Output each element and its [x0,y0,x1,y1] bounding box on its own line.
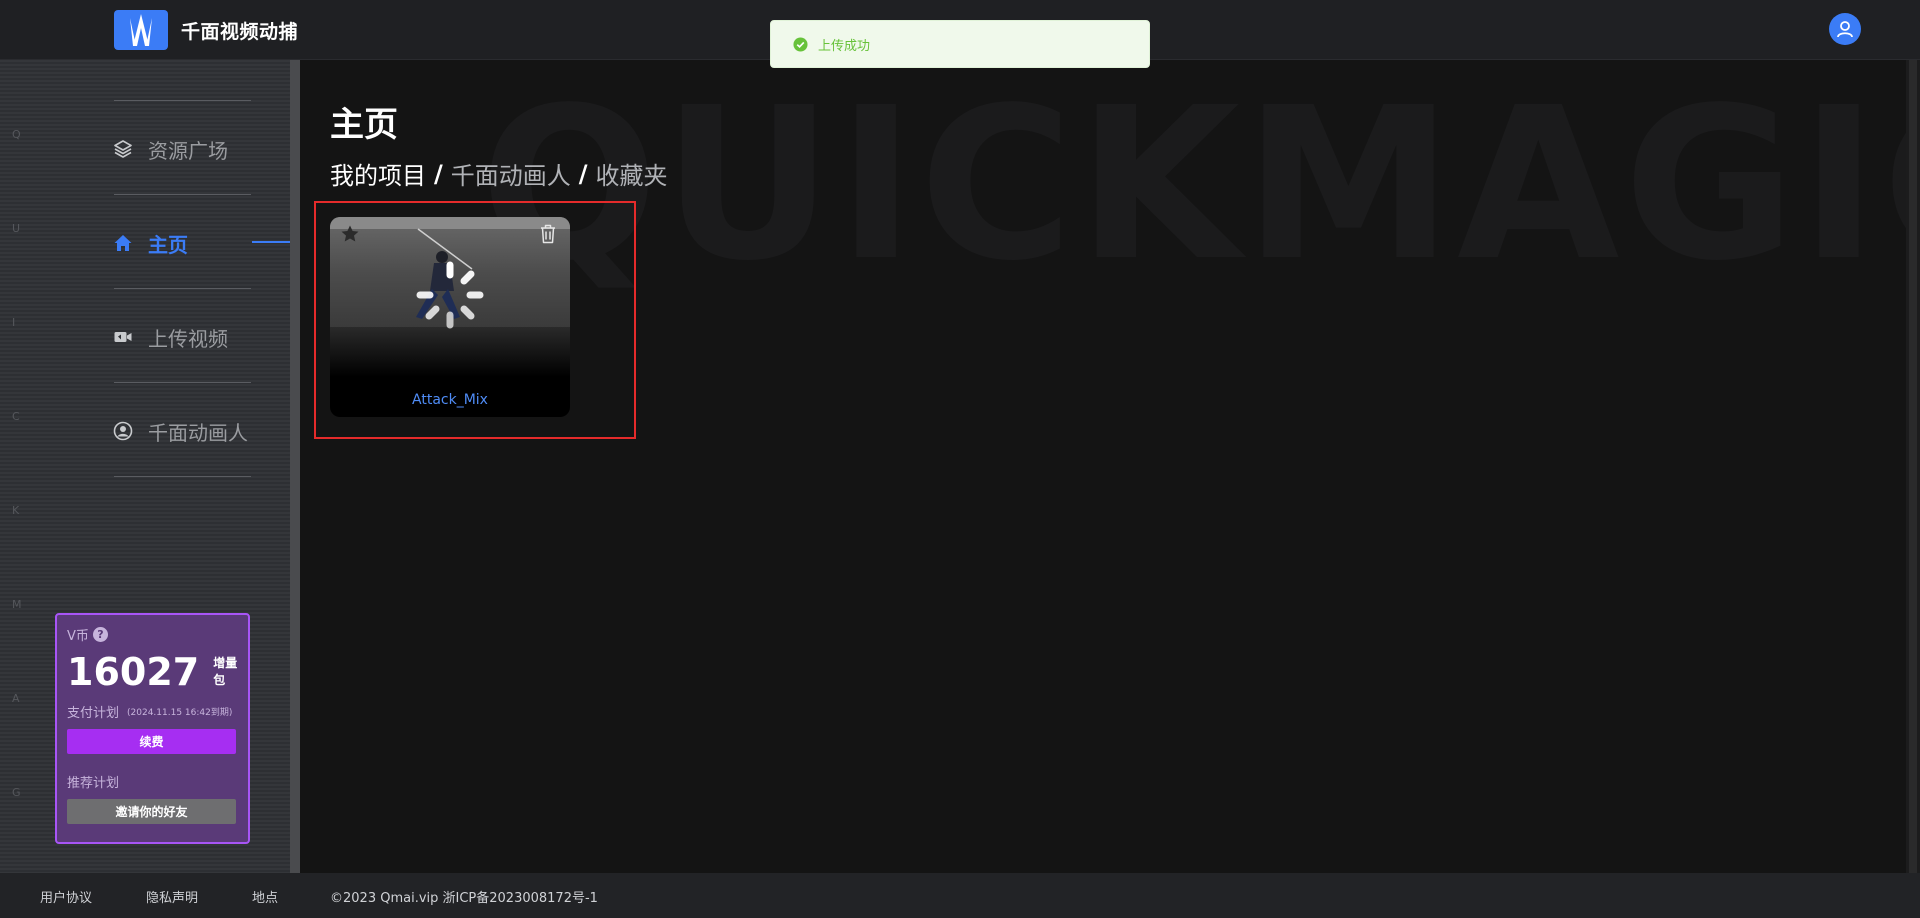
nav-divider [114,382,251,383]
breadcrumb-my-projects[interactable]: 我的项目 [330,156,426,191]
check-circle-icon [793,36,808,52]
sidebar-item-label: 上传视频 [148,326,228,351]
side-letter: I [12,316,16,329]
home-icon [112,232,134,254]
favorite-star-icon[interactable] [340,224,360,244]
nav-divider [114,476,251,477]
plan-expiry-date: (2024.11.15 16:42到期) [127,708,233,718]
nav-divider [114,100,251,101]
coin-amount: 16027 [67,650,200,694]
sidebar-item-label: 主页 [148,232,188,257]
delete-trash-icon[interactable] [538,223,558,245]
user-circle-icon [112,420,134,442]
sidebar-item-animator[interactable]: 千面动画人 [112,413,248,449]
coin-label-row: V币 ? [67,625,238,644]
success-toast: 上传成功 [770,20,1150,68]
sidebar-item-label: 千面动画人 [148,420,248,445]
app-title: 千面视频动捕 [181,21,299,43]
sidebar-vertical-letters: Q U I C K M A G [12,60,26,873]
toast-message: 上传成功 [818,38,871,54]
nav-divider [114,194,251,195]
side-letter: Q [12,128,21,141]
background-watermark: QUICKMAGIC [480,62,1906,307]
main-scrollbar[interactable] [1906,60,1920,873]
coin-label: V币 [67,629,89,644]
coin-amount-row: 16027 增量包 [67,650,238,694]
side-letter: U [12,222,21,235]
side-letter: G [12,786,21,799]
footer: 用户协议 隐私声明 地点 ©2023 Qmai.vip 浙ICP备2023008… [0,873,1920,918]
side-letter: C [12,410,20,423]
side-letter: K [12,504,20,517]
main-content: QUICKMAGIC 主页 我的项目 / 千面动画人 / 收藏夹 [300,60,1906,873]
footer-link-location[interactable]: 地点 [252,887,278,906]
sidebar-item-resource-square[interactable]: 资源广场 [112,131,228,167]
sidebar-item-upload-video[interactable]: 上传视频 [112,319,228,355]
active-indicator [252,241,290,243]
coin-balance-card: V币 ? 16027 增量包 支付计划 (2024.11.15 16:42到期)… [55,613,250,844]
footer-link-user-agreement[interactable]: 用户协议 [40,887,92,906]
invite-friends-button[interactable]: 邀请你的好友 [67,799,236,824]
side-letter: A [12,692,20,705]
project-card[interactable]: Attack_Mix [330,217,570,417]
breadcrumb-separator: / [434,159,443,188]
coin-package-tag: 增量包 [213,656,238,687]
breadcrumb-favorites[interactable]: 收藏夹 [596,156,668,191]
footer-link-privacy[interactable]: 隐私声明 [146,887,198,906]
thumbnail-floor [330,327,570,377]
referral-label: 推荐计划 [67,776,120,791]
layers-icon [112,138,134,160]
loading-spinner-icon [416,261,484,329]
page-title: 主页 [330,105,398,145]
project-name[interactable]: Attack_Mix [330,392,570,408]
user-avatar[interactable] [1829,13,1861,45]
sidebar-item-home[interactable]: 主页 [112,225,188,261]
sidebar-item-label: 资源广场 [148,138,228,163]
nav-divider [114,288,251,289]
breadcrumb-separator: / [578,159,588,188]
video-icon [112,326,134,348]
breadcrumb: 我的项目 / 千面动画人 / 收藏夹 [330,156,668,191]
plan-row: 支付计划 (2024.11.15 16:42到期) [67,702,238,721]
footer-copyright: ©2023 Qmai.vip 浙ICP备2023008172号-1 [330,891,598,906]
help-icon[interactable]: ? [92,627,108,642]
logo-icon [130,14,152,46]
sidebar-edge [290,60,300,873]
renew-button[interactable]: 续费 [67,729,236,754]
side-letter: M [12,598,22,611]
app-logo[interactable] [114,10,168,50]
breadcrumb-animator[interactable]: 千面动画人 [451,156,571,191]
scrollbar-thumb[interactable] [1909,60,1917,873]
plan-label: 支付计划 [67,706,120,721]
user-icon [1837,21,1853,38]
